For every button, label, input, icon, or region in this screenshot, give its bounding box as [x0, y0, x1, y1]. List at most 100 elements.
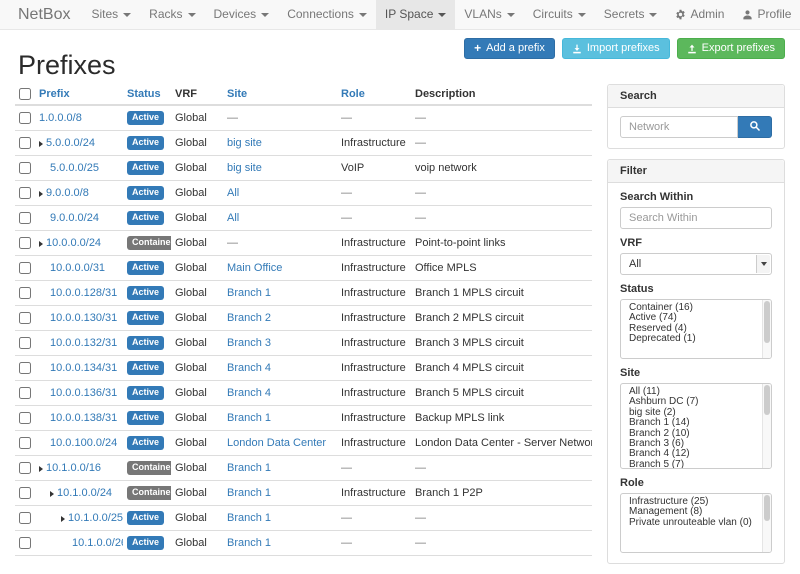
- prefix-link[interactable]: 10.0.0.136/31: [50, 387, 117, 399]
- prefix-link[interactable]: 5.0.0.0/25: [50, 162, 99, 174]
- site-link[interactable]: big site: [227, 137, 262, 149]
- role-value: Infrastructure: [341, 437, 406, 449]
- nav-item-racks[interactable]: Racks: [140, 0, 204, 29]
- nav-item-vlans[interactable]: VLANs: [455, 0, 523, 29]
- site-link[interactable]: Branch 1: [227, 287, 271, 299]
- site-link[interactable]: Branch 1: [227, 512, 271, 524]
- chevron-down-icon: [507, 13, 515, 17]
- row-checkbox[interactable]: [19, 112, 31, 124]
- prefix-link[interactable]: 5.0.0.0/24: [46, 137, 95, 149]
- sort-site-header[interactable]: Site: [227, 88, 247, 100]
- row-checkbox[interactable]: [19, 137, 31, 149]
- nav-item-circuits[interactable]: Circuits: [524, 0, 595, 29]
- status-badge: Active: [127, 211, 164, 225]
- vrf-select[interactable]: All: [620, 253, 772, 275]
- role-listbox[interactable]: Infrastructure (25)Management (8)Private…: [620, 493, 772, 553]
- row-checkbox[interactable]: [19, 487, 31, 499]
- admin-link[interactable]: Admin: [666, 0, 733, 29]
- site-link[interactable]: Branch 1: [227, 487, 271, 499]
- search-input[interactable]: [620, 116, 738, 138]
- row-checkbox[interactable]: [19, 337, 31, 349]
- sort-role-header[interactable]: Role: [341, 88, 365, 100]
- row-checkbox[interactable]: [19, 237, 31, 249]
- description-value: Office MPLS: [415, 262, 477, 274]
- site-link[interactable]: Main Office: [227, 262, 282, 274]
- prefix-link[interactable]: 9.0.0.0/8: [46, 187, 89, 199]
- nav-item-devices[interactable]: Devices: [205, 0, 279, 29]
- role-value: —: [341, 462, 352, 474]
- user-icon: [742, 9, 753, 20]
- nav-item-sites[interactable]: Sites: [82, 0, 140, 29]
- site-link[interactable]: Branch 4: [227, 362, 271, 374]
- table-row: 10.0.100.0/24 Active Global London Data …: [15, 431, 592, 456]
- row-checkbox[interactable]: [19, 187, 31, 199]
- row-checkbox[interactable]: [19, 312, 31, 324]
- row-checkbox[interactable]: [19, 362, 31, 374]
- nav-item-secrets[interactable]: Secrets: [595, 0, 667, 29]
- description-value: Branch 2 MPLS circuit: [415, 312, 524, 324]
- search-within-input[interactable]: [620, 207, 772, 229]
- prefix-link[interactable]: 10.0.0.132/31: [50, 337, 117, 349]
- export-prefixes-button[interactable]: Export prefixes: [677, 38, 785, 59]
- prefix-link[interactable]: 10.0.0.138/31: [50, 412, 117, 424]
- prefix-link[interactable]: 10.0.100.0/24: [50, 437, 117, 449]
- status-badge: Active: [127, 336, 164, 350]
- row-checkbox[interactable]: [19, 437, 31, 449]
- site-link[interactable]: Branch 1: [227, 537, 271, 549]
- prefix-link[interactable]: 10.0.0.134/31: [50, 362, 117, 374]
- sort-status-header[interactable]: Status: [127, 88, 161, 100]
- listbox-option[interactable]: Deprecated (1): [627, 334, 761, 344]
- scrollbar[interactable]: [762, 494, 771, 552]
- site-link[interactable]: London Data Center: [227, 437, 326, 449]
- site-link[interactable]: Branch 1: [227, 462, 271, 474]
- search-button[interactable]: [738, 116, 772, 138]
- expand-arrow-icon: [39, 191, 43, 197]
- table-row: 10.0.0.138/31 Active Global Branch 1 Inf…: [15, 406, 592, 431]
- row-checkbox[interactable]: [19, 512, 31, 524]
- profile-link[interactable]: Profile: [733, 0, 800, 29]
- prefix-link[interactable]: 10.1.0.0/24: [57, 487, 112, 499]
- prefix-link[interactable]: 1.0.0.0/8: [39, 112, 82, 124]
- row-checkbox[interactable]: [19, 262, 31, 274]
- site-link[interactable]: All: [227, 187, 239, 199]
- sort-prefix-header[interactable]: Prefix: [39, 88, 70, 100]
- prefix-link[interactable]: 10.0.0.130/31: [50, 312, 117, 324]
- scrollbar[interactable]: [762, 384, 771, 468]
- prefix-link[interactable]: 10.0.0.128/31: [50, 287, 117, 299]
- prefix-link[interactable]: 10.1.0.0/25: [68, 512, 123, 524]
- import-prefixes-button[interactable]: Import prefixes: [562, 38, 670, 59]
- status-badge: Active: [127, 361, 164, 375]
- prefix-link[interactable]: 10.0.0.0/31: [50, 262, 105, 274]
- action-buttons: + Add a prefix Import prefixes Export pr…: [464, 38, 785, 59]
- scrollbar[interactable]: [762, 300, 771, 358]
- row-checkbox[interactable]: [19, 162, 31, 174]
- vrf-value: Global: [175, 512, 207, 524]
- prefix-link[interactable]: 10.0.0.0/24: [46, 237, 101, 249]
- row-checkbox[interactable]: [19, 412, 31, 424]
- listbox-option[interactable]: Private unrouteable vlan (0): [627, 518, 761, 528]
- row-checkbox[interactable]: [19, 537, 31, 549]
- status-listbox[interactable]: Container (16)Active (74)Reserved (4)Dep…: [620, 299, 772, 359]
- site-link[interactable]: All: [227, 212, 239, 224]
- site-link[interactable]: big site: [227, 162, 262, 174]
- prefix-link[interactable]: 10.1.0.0/26: [72, 537, 123, 549]
- netbox-logo[interactable]: NetBox: [12, 0, 82, 29]
- prefix-link[interactable]: 9.0.0.0/24: [50, 212, 99, 224]
- site-listbox[interactable]: All (11)Ashburn DC (7)big site (2)Branch…: [620, 383, 772, 469]
- listbox-option[interactable]: Management (8): [627, 507, 761, 517]
- site-link[interactable]: Branch 3: [227, 337, 271, 349]
- nav-item-ip-space[interactable]: IP Space: [376, 0, 455, 29]
- site-link[interactable]: Branch 2: [227, 312, 271, 324]
- select-all-checkbox[interactable]: [19, 88, 31, 100]
- nav-item-connections[interactable]: Connections: [278, 0, 376, 29]
- row-checkbox[interactable]: [19, 387, 31, 399]
- site-link[interactable]: Branch 1: [227, 412, 271, 424]
- row-checkbox[interactable]: [19, 287, 31, 299]
- prefix-link[interactable]: 10.1.0.0/16: [46, 462, 101, 474]
- row-checkbox[interactable]: [19, 212, 31, 224]
- add-prefix-button[interactable]: + Add a prefix: [464, 38, 555, 59]
- row-checkbox[interactable]: [19, 462, 31, 474]
- role-filter-label: Role: [620, 477, 772, 489]
- listbox-option[interactable]: Branch 5 (7): [627, 460, 761, 469]
- site-link[interactable]: Branch 4: [227, 387, 271, 399]
